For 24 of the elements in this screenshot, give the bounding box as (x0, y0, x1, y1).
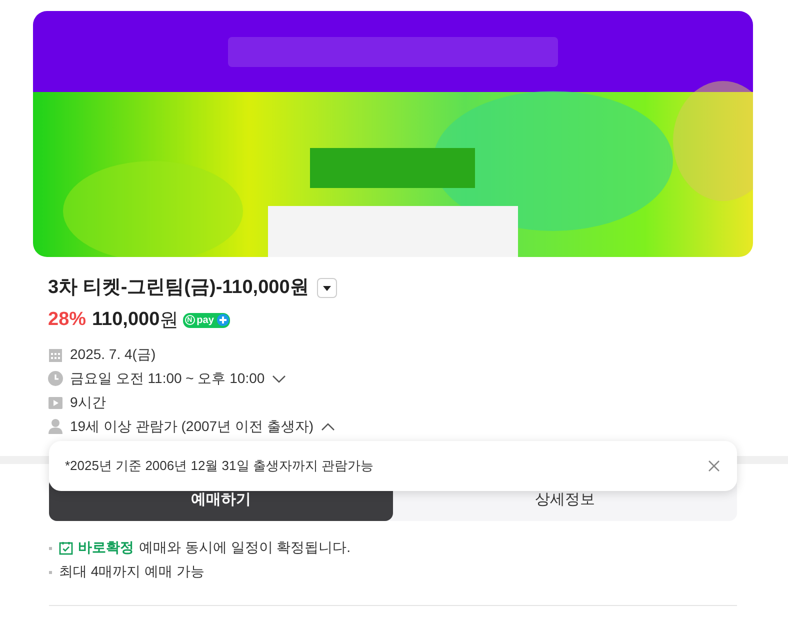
note-text: 최대 4매까지 예매 가능 (59, 563, 204, 581)
calendar-icon (48, 348, 63, 362)
info-text: 9시간 (70, 394, 106, 412)
close-button[interactable] (707, 459, 721, 473)
check-calendar-icon (59, 541, 73, 555)
tooltip-text: *2025년 기준 2006년 12월 31일 출생자까지 관람가능 (65, 457, 374, 475)
chevron-down-icon[interactable] (272, 374, 286, 382)
info-text: 2025. 7. 4(금) (70, 346, 156, 364)
note-text: 예매와 동시에 일정이 확정됩니다. (139, 539, 351, 557)
tab[interactable]: 상세정보 (393, 477, 737, 521)
play-icon (48, 396, 63, 408)
discount-rate: 28% (48, 309, 86, 331)
dropdown-button[interactable] (316, 278, 337, 298)
person-icon (48, 419, 63, 434)
caret-icon (322, 286, 331, 290)
currency: 원 (160, 309, 179, 333)
confirm-label: 바로확정 (78, 539, 134, 557)
clock-icon (48, 371, 63, 386)
plus-icon (216, 314, 229, 326)
product-title: 3차 티켓-그린팀(금)-110,000원 (48, 276, 309, 300)
price: 110,000 (92, 309, 160, 331)
info-text: 19세 이상 관람가 (2007년 이전 출생자) (70, 418, 314, 436)
chevron-up-icon[interactable] (320, 422, 334, 430)
info-text: 금요일 오전 11:00 ~ 오후 10:00 (70, 370, 265, 388)
